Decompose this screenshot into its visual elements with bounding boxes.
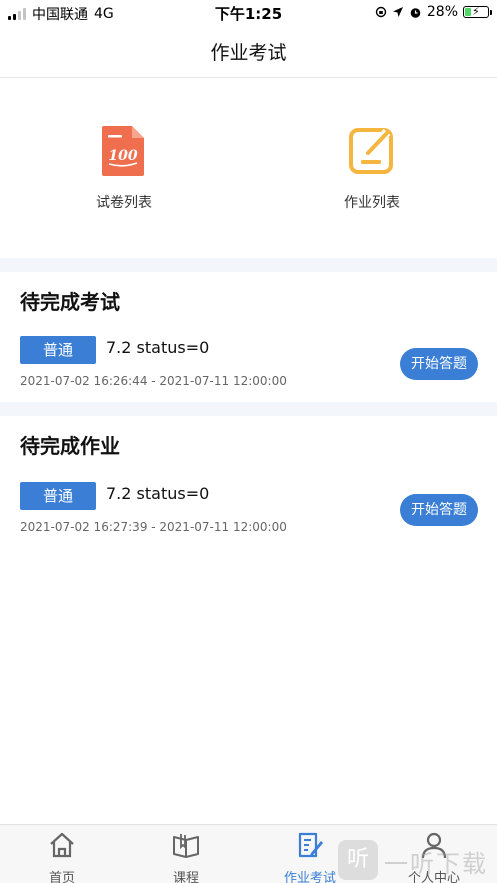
- rotation-lock-icon: [375, 6, 387, 18]
- status-bar: 中国联通 4G 下午1:25 28% ⚡: [0, 0, 497, 26]
- tab-label: 课程: [172, 871, 199, 883]
- quick-entries: 100 试卷列表 作业列表: [0, 78, 497, 258]
- item-title: 7.2 status=0: [106, 484, 210, 503]
- page-title: 作业考试: [210, 42, 287, 64]
- tab-label: 首页: [48, 871, 75, 883]
- book-icon: [173, 834, 199, 858]
- battery-icon: ⚡: [463, 5, 492, 18]
- type-badge: 普通: [20, 482, 96, 510]
- homework-edit-icon: [349, 128, 393, 174]
- item-time-range: 2021-07-02 16:26:44 - 2021-07-11 12:00:0…: [20, 374, 287, 388]
- exam-paper-icon: 100: [102, 126, 144, 176]
- start-answer-button[interactable]: 开始答题: [400, 494, 478, 526]
- list-item[interactable]: 普通 7.2 status=0 2021-07-02 16:26:44 - 20…: [20, 336, 480, 396]
- watermark-text: 一听下载: [384, 850, 488, 878]
- location-icon: [392, 7, 403, 17]
- homework-list-label: 作业列表: [344, 195, 400, 211]
- nav-bar: 作业考试: [0, 26, 497, 78]
- alarm-icon: [410, 7, 421, 18]
- exam-list-label: 试卷列表: [96, 195, 152, 211]
- exam-edit-icon: [298, 832, 323, 858]
- pending-exams-section: 待完成考试 普通 7.2 status=0 2021-07-02 16:26:4…: [0, 272, 497, 402]
- type-badge: 普通: [20, 336, 96, 364]
- status-right: 28% ⚡: [375, 4, 492, 20]
- list-item[interactable]: 普通 7.2 status=0 2021-07-02 16:27:39 - 20…: [20, 482, 480, 542]
- homework-list-entry[interactable]: 作业列表: [302, 124, 442, 212]
- svg-text:100: 100: [108, 148, 137, 164]
- section-divider: [0, 258, 497, 272]
- tab-home[interactable]: 首页: [12, 831, 112, 883]
- tab-course[interactable]: 课程: [136, 831, 236, 883]
- section-title: 待完成考试: [20, 290, 120, 314]
- section-divider: [0, 402, 497, 416]
- battery-percent: 28%: [426, 4, 458, 20]
- exam-list-entry[interactable]: 100 试卷列表: [54, 124, 194, 212]
- pending-homework-section: 待完成作业 普通 7.2 status=0 2021-07-02 16:27:3…: [0, 416, 497, 546]
- start-answer-button[interactable]: 开始答题: [400, 348, 478, 380]
- item-title: 7.2 status=0: [106, 338, 210, 357]
- item-time-range: 2021-07-02 16:27:39 - 2021-07-11 12:00:0…: [20, 520, 287, 534]
- section-title: 待完成作业: [20, 434, 120, 458]
- watermark: 听 一听下载: [338, 838, 497, 883]
- watermark-badge: 听: [338, 840, 378, 880]
- home-icon: [50, 832, 74, 858]
